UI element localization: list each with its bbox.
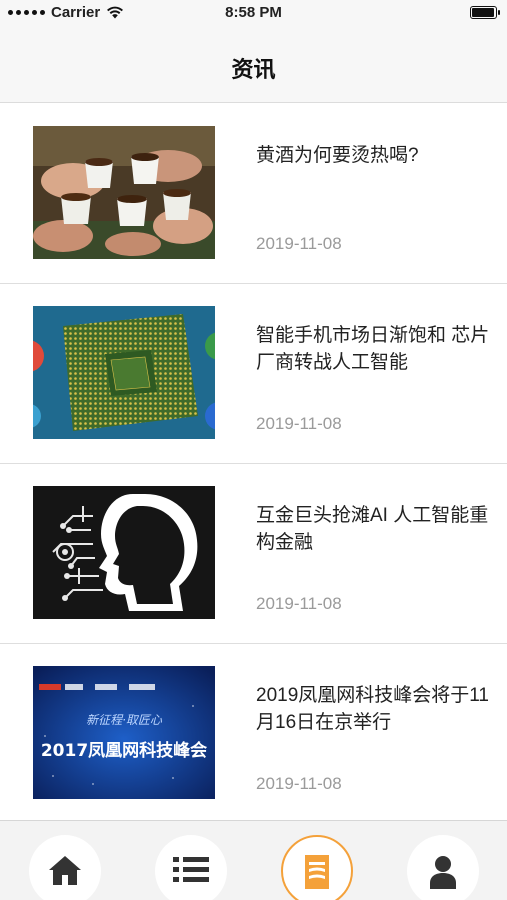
news-icon [305,855,329,889]
list-icon [173,857,209,882]
news-date: 2019-11-08 [256,234,342,253]
status-bar: Carrier 8:58 PM [0,0,507,26]
news-item[interactable]: 新征程·取匠心 2017凤凰网科技峰会 2019凤凰网科技峰会将于11月16日在… [0,644,507,824]
tab-list[interactable] [155,835,227,900]
banner-headline: 2017凤凰网科技峰会 [41,740,207,761]
tab-bar [0,820,507,900]
cpu-chip-thumbnail [33,306,215,439]
nav-bar: 资讯 [0,26,507,103]
news-item[interactable]: 互金巨头抢滩AI 人工智能重构金融 2019-11-08 [0,464,507,644]
news-date: 2019-11-08 [256,594,342,613]
profile-icon [430,856,456,889]
news-date: 2019-11-08 [256,774,342,793]
home-icon [49,856,81,885]
tab-news[interactable] [281,835,353,900]
battery-icon [470,6,500,19]
tab-profile[interactable] [407,835,479,900]
news-item[interactable]: 黄酒为何要烫热喝? 2019-11-08 [0,104,507,284]
tab-home[interactable] [29,835,101,900]
summit-banner-thumbnail: 新征程·取匠心 2017凤凰网科技峰会 [33,666,215,799]
ai-head-thumbnail [33,486,215,619]
status-time: 8:58 PM [225,4,282,21]
news-title: 2019凤凰网科技峰会将于11月16日在京举行 [256,685,489,733]
news-title: 互金巨头抢滩AI 人工智能重构金融 [256,505,489,553]
banner-slogan: 新征程·取匠心 [86,713,163,727]
news-title: 黄酒为何要烫热喝? [256,145,419,166]
news-item[interactable]: 智能手机市场日渐饱和 芯片厂商转战人工智能 2019-11-08 [0,284,507,464]
tea-cups-thumbnail [33,126,215,259]
page-title: 资讯 [231,57,276,82]
news-title: 智能手机市场日渐饱和 芯片厂商转战人工智能 [256,325,490,373]
battery-fill [472,8,494,17]
news-date: 2019-11-08 [256,414,342,433]
